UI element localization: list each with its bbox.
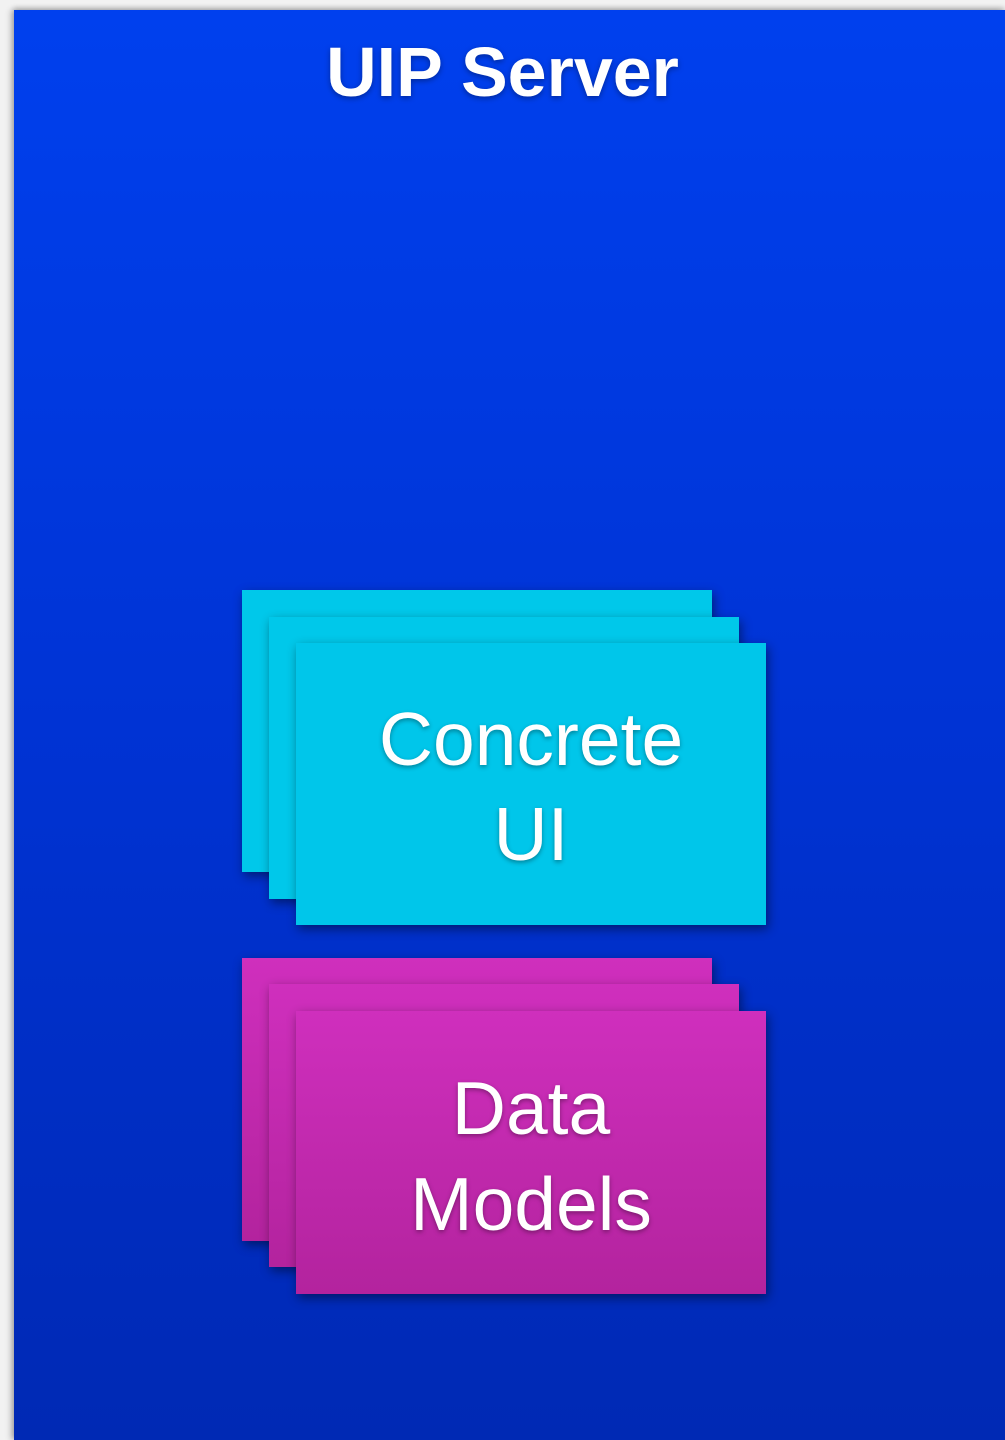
data-models-label-line2: Models xyxy=(410,1162,652,1246)
data-models-label-line1: Data xyxy=(451,1066,611,1150)
concrete-ui-label-line2: UI xyxy=(493,792,569,876)
data-models-card-front: Data Models xyxy=(296,1011,766,1294)
concrete-ui-card-front: Concrete UI xyxy=(296,643,766,925)
concrete-ui-label-line1: Concrete xyxy=(378,697,684,781)
server-title: UIP Server xyxy=(326,33,679,111)
